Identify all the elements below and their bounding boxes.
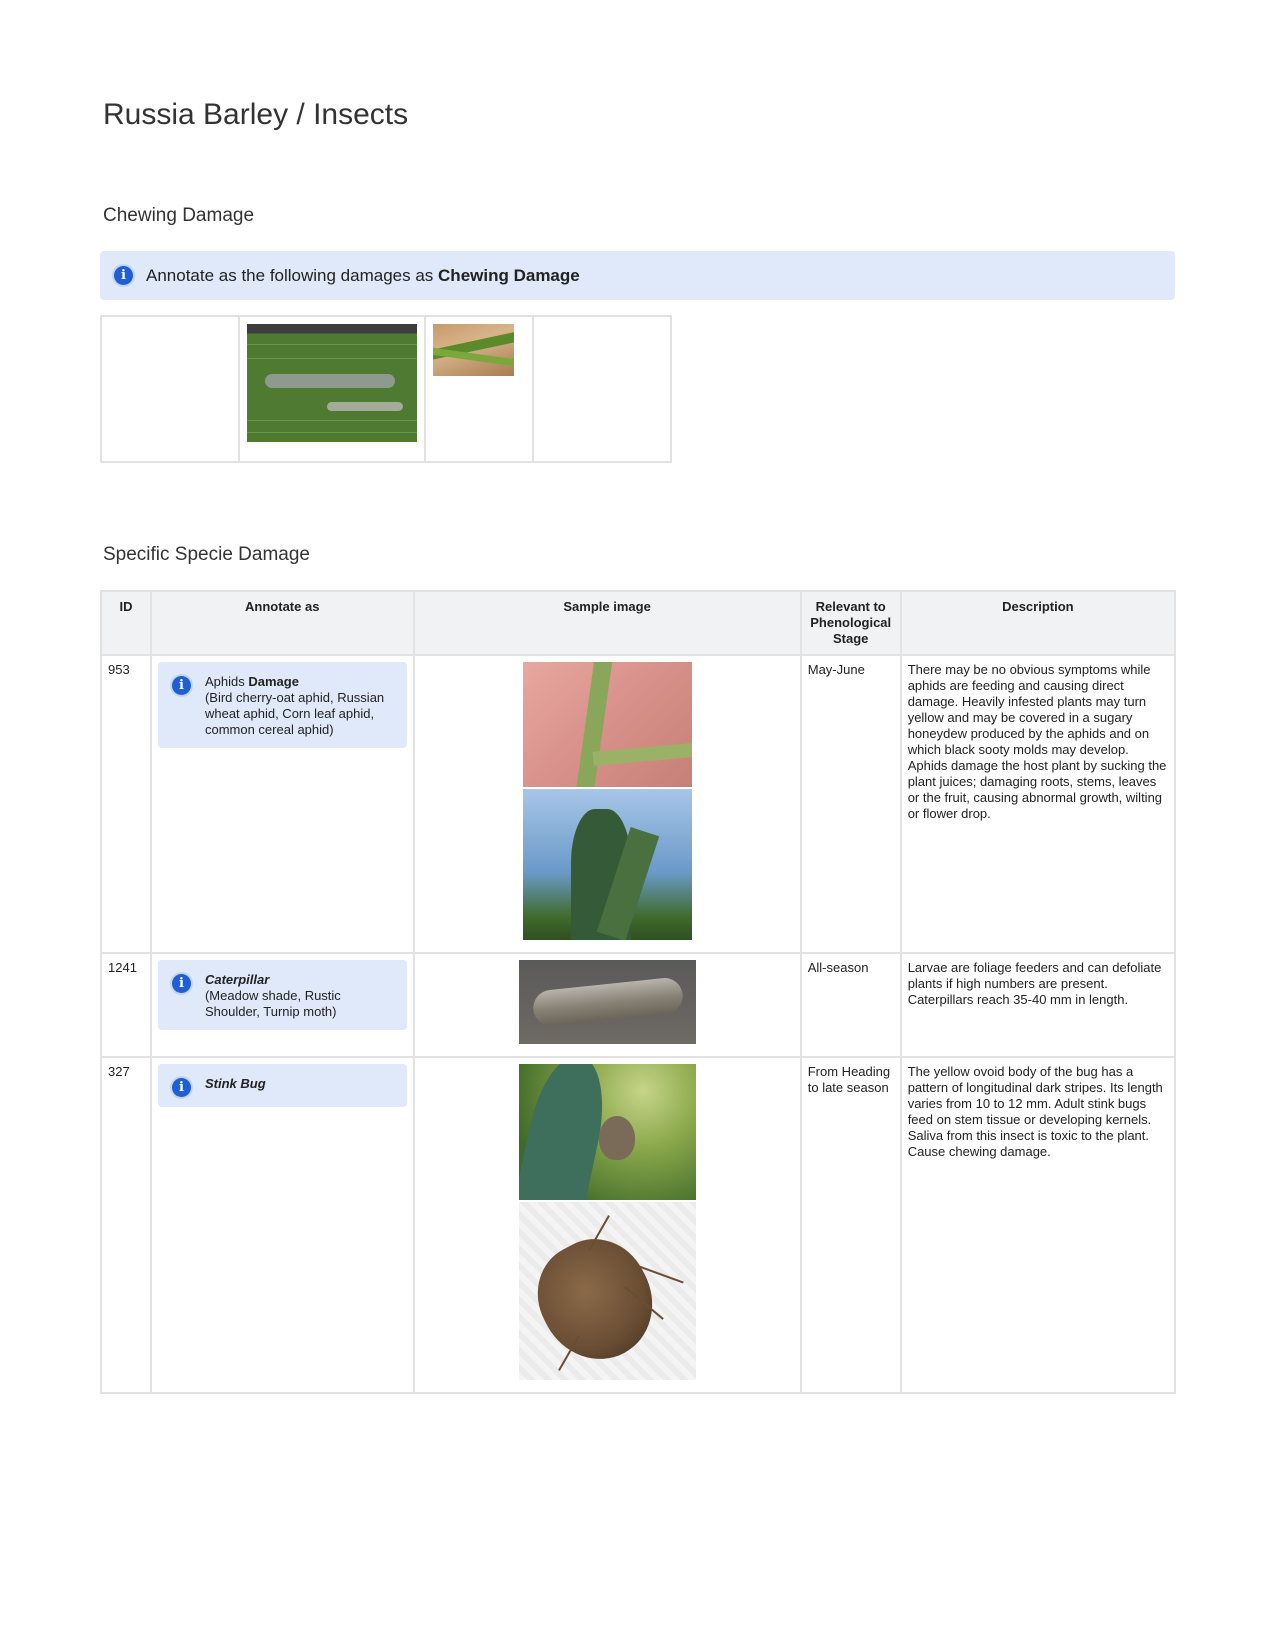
species-table: ID Annotate as Sample image Relevant to … — [100, 590, 1177, 1394]
row-stage: May-June — [799, 654, 902, 954]
table-row: 1241 i Caterpillar (Meadow shade, Rustic… — [100, 952, 1177, 1058]
annotate-subtitle: (Bird cherry-oat aphid, Russian wheat ap… — [204, 690, 385, 737]
banner-text: Annotate as the following damages as Che… — [146, 266, 580, 286]
grid-cell-empty — [100, 315, 240, 463]
annotate-text: Aphids Damage (Bird cherry-oat aphid, Ru… — [205, 674, 397, 738]
header-phenological-stage: Relevant to Phenological Stage — [799, 590, 902, 656]
page-title: Russia Barley / Insects — [103, 98, 409, 131]
annotate-name: Aphids — [204, 674, 249, 689]
chewing-damage-title: Chewing Damage — [103, 205, 255, 226]
annotate-subtitle: (Meadow shade, Rustic Shoulder, Turnip m… — [204, 988, 341, 1019]
info-icon: i — [171, 974, 191, 993]
header-sample-image: Sample image — [412, 590, 802, 656]
header-annotate-as: Annotate as — [149, 590, 415, 656]
info-icon: i — [114, 266, 133, 285]
table-row: 953 i Aphids Damage (Bird cherry-oat aph… — [100, 654, 1177, 954]
annotate-name-bold: Damage — [248, 674, 299, 689]
row-description: There may be no obvious symptoms while a… — [899, 654, 1177, 954]
row-id: 953 — [100, 654, 152, 954]
row-sample-images — [412, 654, 802, 954]
row-id: 327 — [100, 1056, 152, 1394]
annotate-box: i Aphids Damage (Bird cherry-oat aphid, … — [157, 662, 407, 748]
page: Russia Barley / Insects Chewing Damage i… — [0, 0, 1275, 1650]
grid-cell-image — [238, 315, 426, 463]
annotate-text: Caterpillar (Meadow shade, Rustic Should… — [205, 972, 397, 1020]
row-annotate-cell: i Aphids Damage (Bird cherry-oat aphid, … — [149, 654, 415, 954]
header-id: ID — [100, 590, 152, 656]
specific-specie-damage-title: Specific Specie Damage — [103, 544, 310, 565]
chewing-damage-image — [247, 324, 417, 442]
row-stage: All-season — [799, 952, 902, 1058]
row-sample-images — [412, 952, 802, 1058]
row-description: Larvae are foliage feeders and can defol… — [899, 952, 1177, 1058]
aphid-sample-image — [522, 789, 692, 940]
grid-cell-empty — [532, 315, 672, 463]
stink-bug-sample-image — [518, 1064, 696, 1200]
annotate-box: i Stink Bug — [157, 1064, 407, 1107]
annotate-name-bold: Stink Bug — [204, 1076, 266, 1091]
banner-bold: Chewing Damage — [438, 265, 580, 285]
header-description: Description — [899, 590, 1177, 656]
annotate-text: Stink Bug — [205, 1076, 266, 1092]
info-icon: i — [171, 676, 191, 695]
chewing-info-banner: i Annotate as the following damages as C… — [100, 251, 1175, 300]
annotate-name-bold: Caterpillar — [204, 972, 270, 987]
table-row: 327 i Stink Bug From Heading to late sea… — [100, 1056, 1177, 1394]
info-icon: i — [171, 1078, 191, 1097]
chewing-image-grid — [100, 315, 672, 463]
banner-prefix: Annotate as the following damages as — [146, 265, 439, 285]
row-annotate-cell: i Caterpillar (Meadow shade, Rustic Shou… — [149, 952, 415, 1058]
row-sample-images — [412, 1056, 802, 1394]
row-id: 1241 — [100, 952, 152, 1058]
row-description: The yellow ovoid body of the bug has a p… — [899, 1056, 1177, 1394]
grid-cell-image — [424, 315, 534, 463]
aphid-sample-image — [522, 662, 692, 787]
chewing-damage-image — [433, 324, 514, 376]
row-stage: From Heading to late season — [799, 1056, 902, 1394]
row-annotate-cell: i Stink Bug — [149, 1056, 415, 1394]
annotate-box: i Caterpillar (Meadow shade, Rustic Shou… — [157, 960, 407, 1030]
caterpillar-sample-image — [518, 960, 696, 1044]
table-header-row: ID Annotate as Sample image Relevant to … — [100, 590, 1177, 656]
stink-bug-sample-image — [518, 1202, 696, 1380]
